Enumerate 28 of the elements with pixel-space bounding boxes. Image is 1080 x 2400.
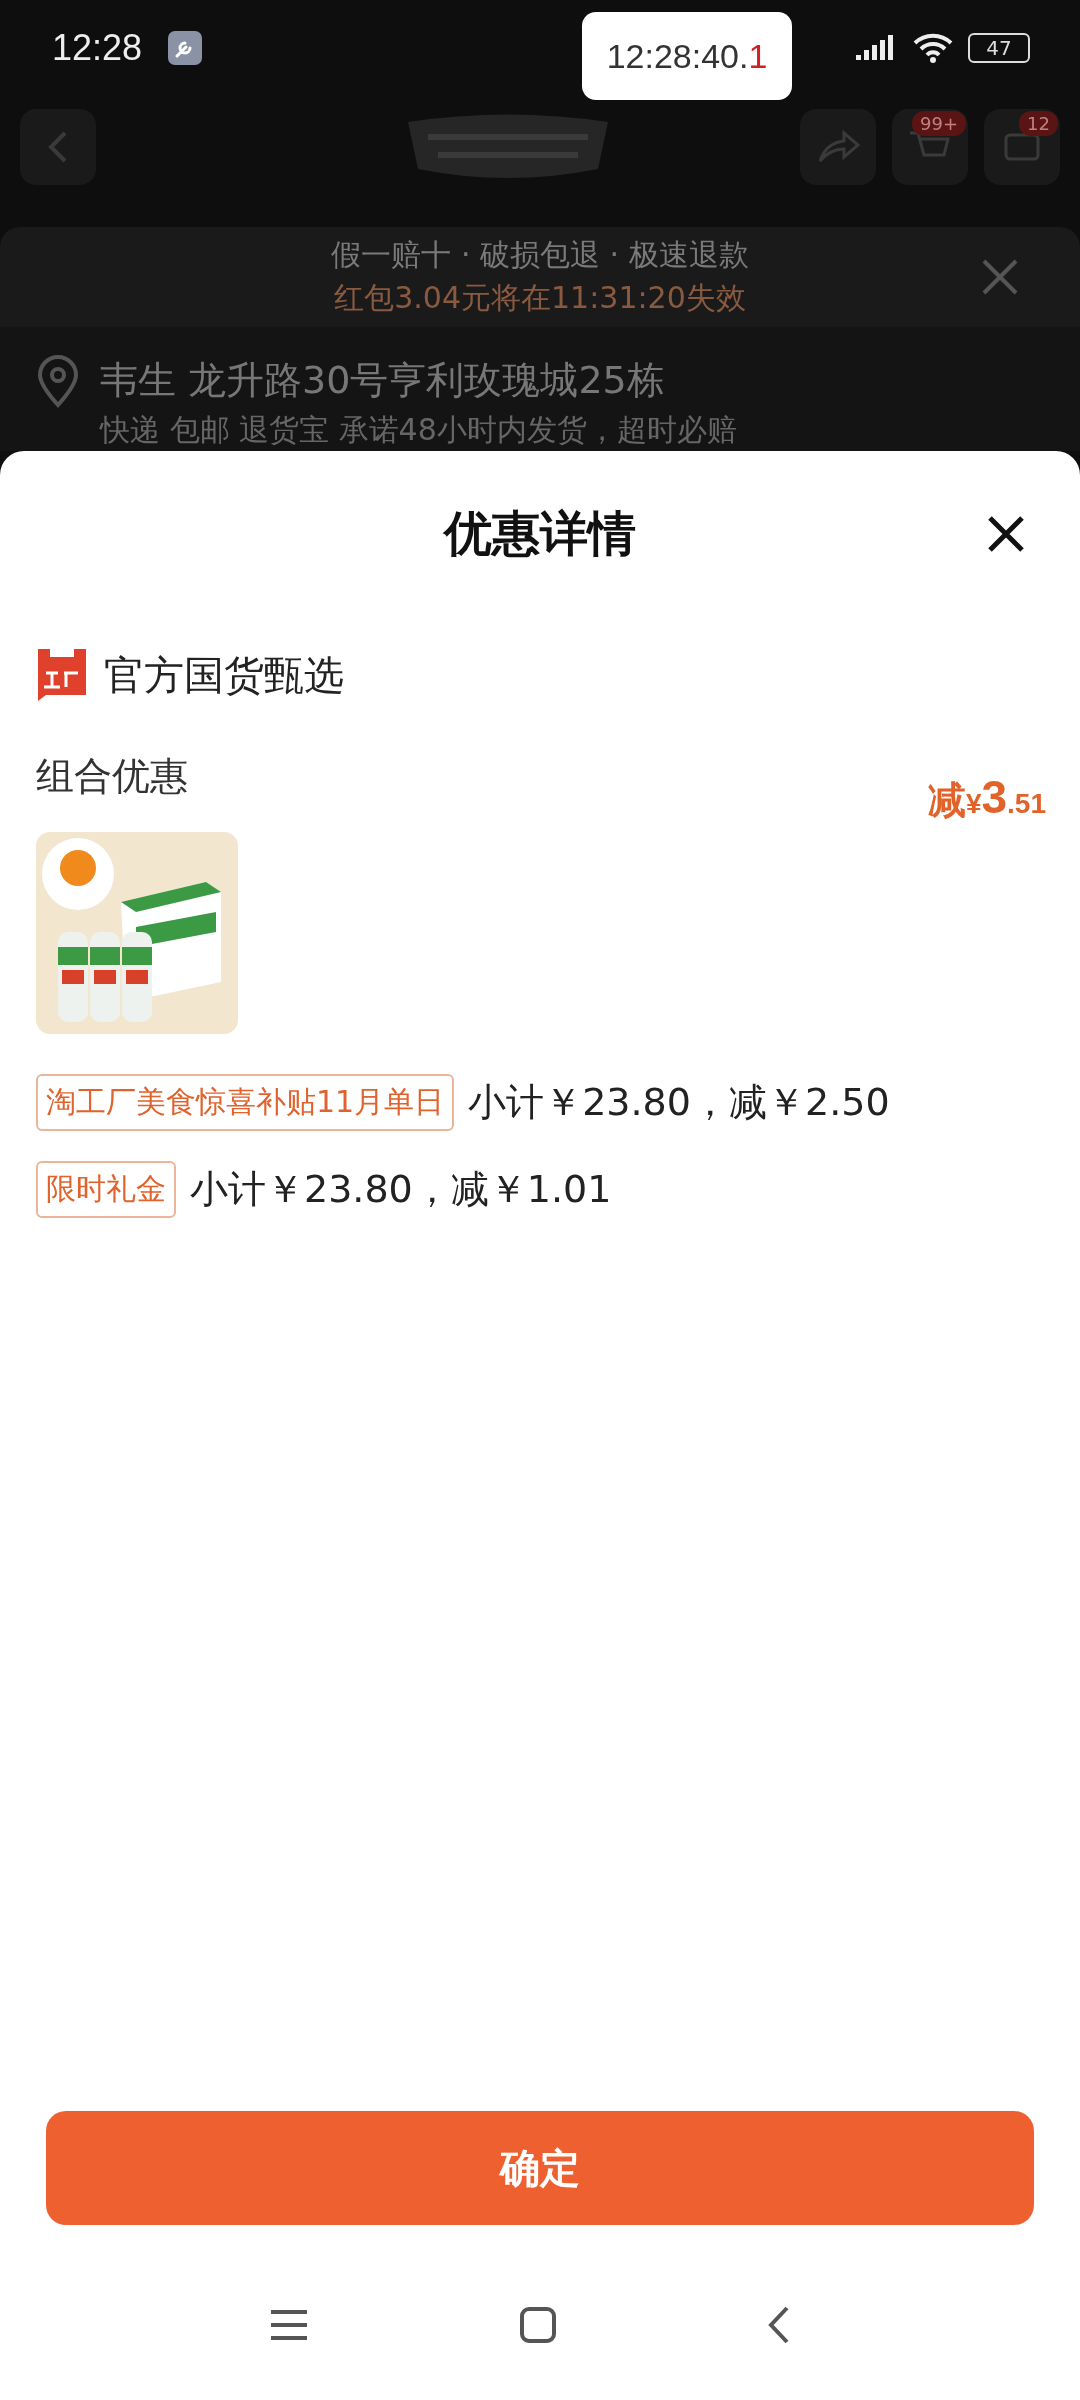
discount-amount: 减¥3.51 [927, 770, 1046, 825]
home-square-icon[interactable] [519, 2306, 557, 2344]
store-name: 官方国货甄选 [104, 650, 344, 700]
back-icon[interactable] [767, 2305, 791, 2345]
clock-overlay: 12:28:40.1 [582, 12, 792, 100]
coupon-expiry-text: 红包3.04元将在11:31:20失效 [334, 279, 746, 317]
shipping-text: 快递 包邮 退货宝 承诺48小时内发货，超时必赔 [100, 411, 737, 449]
address-text: 韦生 龙升路30号亨利玫瑰城25栋 [100, 357, 666, 404]
wifi-icon [912, 31, 954, 64]
factory-store-icon [36, 647, 88, 703]
cart-badge: 99+ [912, 111, 966, 136]
guarantee-text: 假一赔十 · 破损包退 · 极速退款 [331, 236, 749, 274]
menu-icon[interactable] [269, 2308, 309, 2342]
message-badge: 12 [1019, 111, 1058, 136]
promotion-tag: 限时礼金 [36, 1161, 176, 1218]
sheet-title: 优惠详情 [444, 504, 636, 563]
message-button[interactable]: 12 [984, 109, 1060, 185]
confirm-button[interactable]: 确定 [46, 2111, 1034, 2225]
battery-indicator: 47 [968, 32, 1030, 63]
promotion-detail: 小计￥23.80，减￥1.01 [190, 1166, 612, 1213]
section-title: 组合优惠 [36, 753, 188, 800]
share-arrow-icon [816, 129, 860, 165]
status-time: 12:28 [52, 26, 143, 69]
promotion-tag: 淘工厂美食惊喜补贴11月单日 [36, 1074, 455, 1131]
cart-button[interactable]: 99+ [892, 109, 968, 185]
promotion-detail: 小计￥23.80，减￥2.50 [468, 1079, 890, 1126]
location-pin-icon [36, 355, 80, 409]
wrench-icon [168, 30, 203, 65]
